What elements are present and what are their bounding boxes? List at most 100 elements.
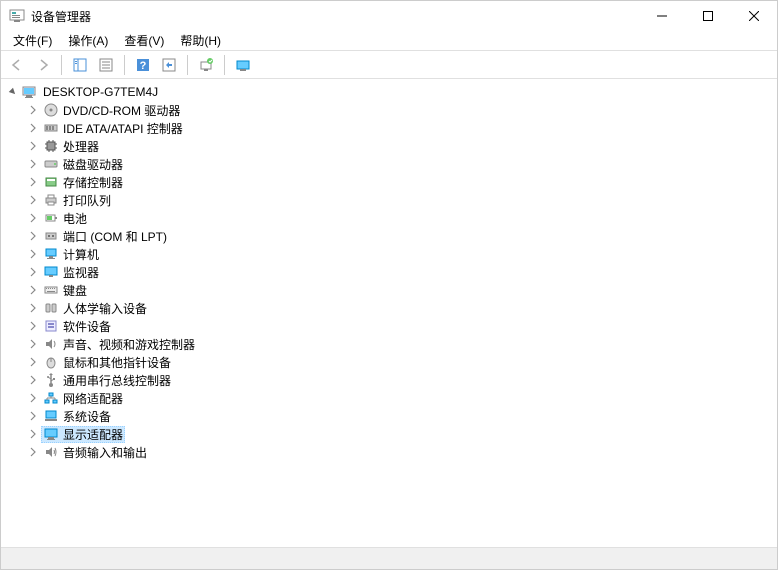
- expand-icon[interactable]: [25, 264, 41, 280]
- scan-hardware-button[interactable]: [194, 53, 218, 77]
- tree-node-label: 计算机: [63, 246, 99, 263]
- expand-icon[interactable]: [25, 408, 41, 424]
- tree-node-label: 监视器: [63, 264, 99, 281]
- tree-node-row[interactable]: 网络适配器: [21, 389, 777, 407]
- expand-icon[interactable]: [25, 138, 41, 154]
- tree-node-label-wrap: 磁盘驱动器: [41, 156, 125, 173]
- port-icon: [43, 228, 59, 244]
- tree-node: 软件设备: [21, 317, 777, 335]
- software-icon: [43, 318, 59, 334]
- tree-node: 端口 (COM 和 LPT): [21, 227, 777, 245]
- tree-node: 处理器: [21, 137, 777, 155]
- mouse-icon: [43, 354, 59, 370]
- expand-icon[interactable]: [25, 210, 41, 226]
- tree-node-row[interactable]: 计算机: [21, 245, 777, 263]
- device-tree: DESKTOP-G7TEM4J DVD/CD-ROM 驱动器IDE ATA/AT…: [1, 83, 777, 461]
- expand-icon[interactable]: [25, 390, 41, 406]
- tree-node-label-wrap: 电池: [41, 210, 89, 227]
- toolbar-separator: [124, 55, 125, 75]
- tree-node-row[interactable]: 音频输入和输出: [21, 443, 777, 461]
- expand-icon[interactable]: [25, 372, 41, 388]
- printer-icon: [43, 192, 59, 208]
- toolbar-separator: [61, 55, 62, 75]
- expand-icon[interactable]: [25, 444, 41, 460]
- menu-file[interactable]: 文件(F): [5, 30, 60, 51]
- tree-node-label: 存储控制器: [63, 174, 123, 191]
- svg-text:?: ?: [140, 60, 147, 72]
- tree-node-row[interactable]: 打印队列: [21, 191, 777, 209]
- expand-icon[interactable]: [25, 246, 41, 262]
- expand-icon[interactable]: [25, 300, 41, 316]
- expand-icon[interactable]: [25, 174, 41, 190]
- cpu-icon: [43, 138, 59, 154]
- tree-node-row[interactable]: 监视器: [21, 263, 777, 281]
- add-legacy-hardware-button[interactable]: [231, 53, 255, 77]
- expand-icon[interactable]: [25, 354, 41, 370]
- tree-node-row[interactable]: 显示适配器: [21, 425, 777, 443]
- tree-node-row[interactable]: 鼠标和其他指针设备: [21, 353, 777, 371]
- tree-node-label: 音频输入和输出: [63, 444, 147, 461]
- tree-node: IDE ATA/ATAPI 控制器: [21, 119, 777, 137]
- tree-node-row[interactable]: 软件设备: [21, 317, 777, 335]
- expand-icon[interactable]: [25, 318, 41, 334]
- expand-icon[interactable]: [25, 102, 41, 118]
- display-icon: [43, 426, 59, 442]
- computer-icon: [43, 246, 59, 262]
- tree-node-label-wrap: 监视器: [41, 264, 101, 281]
- close-button[interactable]: [731, 1, 777, 31]
- tree-node-row[interactable]: 键盘: [21, 281, 777, 299]
- expand-icon[interactable]: [25, 120, 41, 136]
- tree-node-row[interactable]: 人体学输入设备: [21, 299, 777, 317]
- tree-node: 打印队列: [21, 191, 777, 209]
- window-title: 设备管理器: [31, 8, 91, 25]
- tree-node-row[interactable]: 电池: [21, 209, 777, 227]
- menu-action[interactable]: 操作(A): [60, 30, 116, 51]
- forward-button[interactable]: [31, 53, 55, 77]
- minimize-button[interactable]: [639, 1, 685, 31]
- back-button[interactable]: [5, 53, 29, 77]
- tree-node: 显示适配器: [21, 425, 777, 443]
- menu-view[interactable]: 查看(V): [116, 30, 172, 51]
- tree-node-row[interactable]: 通用串行总线控制器: [21, 371, 777, 389]
- disk-icon: [43, 156, 59, 172]
- expand-icon[interactable]: [25, 426, 41, 442]
- expand-icon[interactable]: [25, 228, 41, 244]
- maximize-button[interactable]: [685, 1, 731, 31]
- tree-node-row[interactable]: IDE ATA/ATAPI 控制器: [21, 119, 777, 137]
- tree-node-row[interactable]: 声音、视频和游戏控制器: [21, 335, 777, 353]
- tree-node-row[interactable]: DVD/CD-ROM 驱动器: [21, 101, 777, 119]
- tree-node-label-wrap: 音频输入和输出: [41, 444, 149, 461]
- tree-node-row[interactable]: 端口 (COM 和 LPT): [21, 227, 777, 245]
- tree-node-row[interactable]: 磁盘驱动器: [21, 155, 777, 173]
- expand-icon[interactable]: [25, 192, 41, 208]
- tree-node: 磁盘驱动器: [21, 155, 777, 173]
- tree-node-row[interactable]: 处理器: [21, 137, 777, 155]
- action-button[interactable]: [157, 53, 181, 77]
- app-icon: [9, 8, 25, 24]
- menu-help[interactable]: 帮助(H): [172, 30, 229, 51]
- tree-node: 键盘: [21, 281, 777, 299]
- tree-node-label: 系统设备: [63, 408, 111, 425]
- keyboard-icon: [43, 282, 59, 298]
- device-tree-panel[interactable]: DESKTOP-G7TEM4J DVD/CD-ROM 驱动器IDE ATA/AT…: [1, 79, 777, 547]
- tree-node-label: 键盘: [63, 282, 87, 299]
- tree-root-row[interactable]: DESKTOP-G7TEM4J: [1, 83, 777, 101]
- collapse-icon[interactable]: [5, 84, 21, 100]
- tree-node-label-wrap: 显示适配器: [41, 426, 125, 443]
- tree-node-label-wrap: 人体学输入设备: [41, 300, 149, 317]
- tree-node-label-wrap: 通用串行总线控制器: [41, 372, 173, 389]
- expand-icon[interactable]: [25, 282, 41, 298]
- status-bar: [1, 547, 777, 569]
- tree-node-row[interactable]: 存储控制器: [21, 173, 777, 191]
- expand-icon[interactable]: [25, 156, 41, 172]
- help-button[interactable]: ?: [131, 53, 155, 77]
- tree-node-label: 处理器: [63, 138, 99, 155]
- disc-icon: [43, 102, 59, 118]
- tree-node-label: 网络适配器: [63, 390, 123, 407]
- show-hide-console-tree-button[interactable]: [68, 53, 92, 77]
- tree-node-row[interactable]: 系统设备: [21, 407, 777, 425]
- expand-icon[interactable]: [25, 336, 41, 352]
- ide-icon: [43, 120, 59, 136]
- properties-button[interactable]: [94, 53, 118, 77]
- tree-node: 网络适配器: [21, 389, 777, 407]
